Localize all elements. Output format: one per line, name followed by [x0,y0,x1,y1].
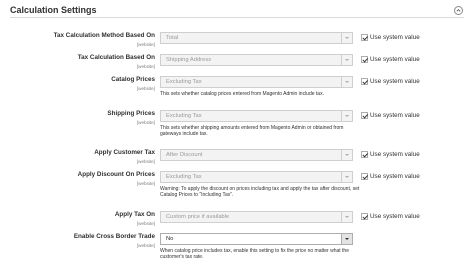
use-system-value-checkbox[interactable] [361,151,368,158]
shipping-prices-select[interactable]: Excluding Tax [160,110,353,122]
field-label-group: Apply Tax On [website] [15,211,155,228]
use-system-value-checkbox[interactable] [361,213,368,220]
enable-cross-border-trade-select[interactable]: No [160,233,353,245]
field-label: Apply Tax On [114,211,155,218]
use-system-value-label: Use system value [370,56,420,63]
select-value: Total [166,35,179,41]
apply-tax-on-select[interactable]: Custom price if available [160,211,353,223]
field-label-group: Apply Customer Tax [website] [15,149,155,166]
chevron-down-icon [341,234,352,244]
chevron-down-icon [341,33,352,43]
use-system-value-checkbox[interactable] [361,78,368,85]
section-divider [10,17,464,18]
select-value: No [166,236,174,242]
field-label-group: Enable Cross Border Trade [website] [15,233,155,250]
field-label-group: Catalog Prices [website] [15,76,155,93]
select-value: Excluding Tax [166,113,202,119]
select-value: Shipping Address [166,57,212,63]
select-value: Custom price if available [166,214,230,220]
field-label: Enable Cross Border Trade [73,233,155,240]
scope-label: [website] [136,63,155,69]
use-system-value-label: Use system value [370,173,420,180]
apply-customer-tax-select[interactable]: After Discount [160,149,353,161]
field-note: This sets whether catalog prices entered… [160,91,324,97]
chevron-down-icon [341,212,352,222]
use-system-value-checkbox[interactable] [361,173,368,180]
field-label-group: Tax Calculation Based On [website] [15,54,155,71]
field-note: This sets whether shipping amounts enter… [160,125,344,138]
scope-label: [website] [136,158,155,164]
catalog-prices-select[interactable]: Excluding Tax [160,76,353,88]
field-label-group: Tax Calculation Method Based On [website… [15,32,155,49]
field-label: Apply Discount On Prices [77,171,155,178]
chevron-down-icon [341,172,352,182]
field-label: Catalog Prices [111,76,155,83]
chevron-up-icon [456,9,461,12]
select-value: Excluding Tax [166,79,202,85]
scope-label: [website] [136,220,155,226]
field-label: Shipping Prices [107,110,155,117]
field-label-group: Apply Discount On Prices [website] [15,171,155,188]
use-system-value-label: Use system value [370,34,420,41]
use-system-value-checkbox[interactable] [361,112,368,119]
use-system-value-label: Use system value [370,112,420,119]
tax-calculation-method-select[interactable]: Total [160,32,353,44]
scope-label: [website] [136,85,155,91]
field-note: Warning: To apply the discount on prices… [160,186,360,199]
scope-label: [website] [136,41,155,47]
collapse-section-button[interactable] [454,6,463,15]
chevron-down-icon [341,150,352,160]
chevron-down-icon [341,55,352,65]
use-system-value-label: Use system value [370,151,420,158]
field-label: Apply Customer Tax [94,149,155,156]
use-system-value-checkbox[interactable] [361,34,368,41]
scope-label: [website] [136,242,155,248]
chevron-down-icon [341,77,352,87]
use-system-value-checkbox[interactable] [361,56,368,63]
scope-label: [website] [136,119,155,125]
tax-calculation-based-on-select[interactable]: Shipping Address [160,54,353,66]
select-value: Excluding Tax [166,174,202,180]
use-system-value-label: Use system value [370,213,420,220]
field-label: Tax Calculation Method Based On [53,32,155,39]
field-label-group: Shipping Prices [website] [15,110,155,127]
field-note: When catalog price includes tax, enable … [160,248,349,261]
select-value: After Discount [166,152,203,158]
section-title: Calculation Settings [10,5,97,15]
field-label: Tax Calculation Based On [77,54,155,61]
apply-discount-on-prices-select[interactable]: Excluding Tax [160,171,353,183]
use-system-value-label: Use system value [370,78,420,85]
chevron-down-icon [341,111,352,121]
scope-label: [website] [136,180,155,186]
